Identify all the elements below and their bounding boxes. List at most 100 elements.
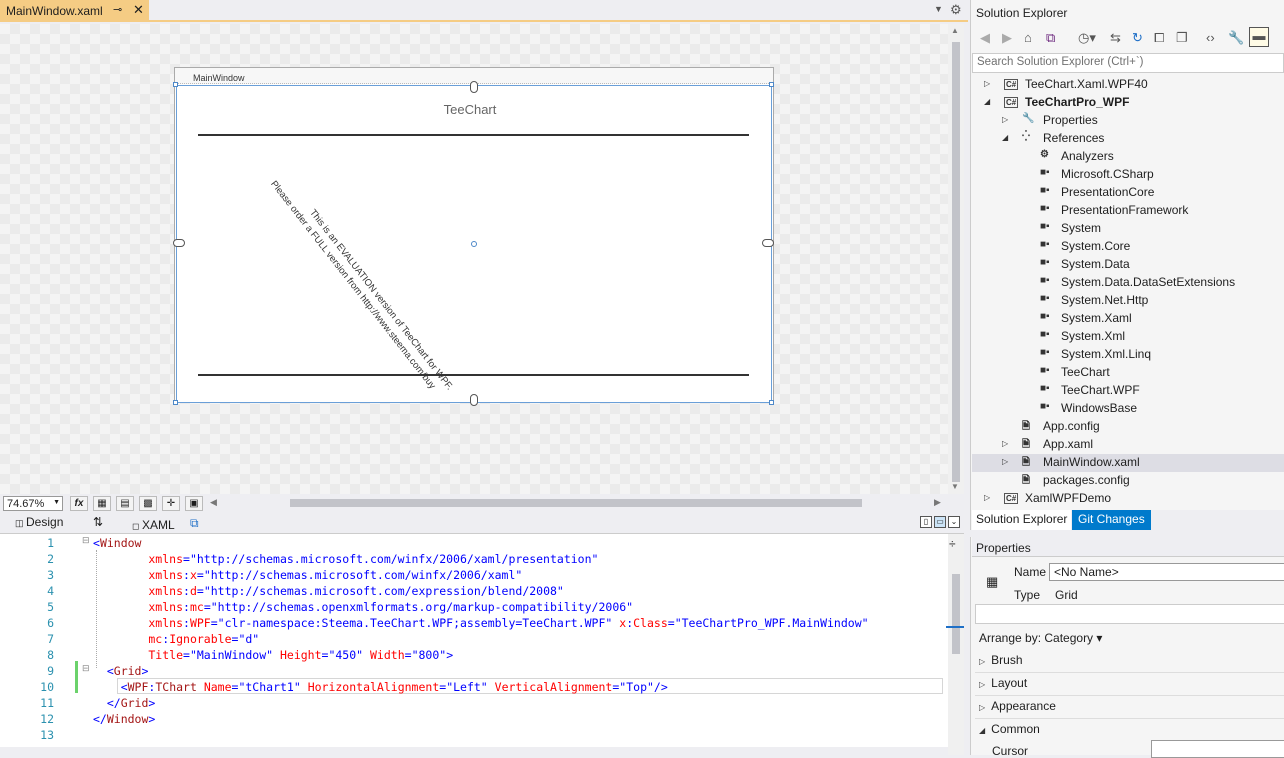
center-handle[interactable] <box>471 241 477 247</box>
tree-item-label: Analyzers <box>1061 149 1114 163</box>
name-field[interactable]: <No Name> <box>1049 563 1284 581</box>
collapse-icon[interactable]: ⊟ <box>82 535 90 546</box>
gear-icon[interactable]: ⚙ <box>950 2 962 18</box>
tree-item-label: System.Xml.Linq <box>1061 347 1152 361</box>
pending-changes-icon[interactable]: ◷▾ <box>1078 30 1096 46</box>
tab-solution-explorer[interactable]: Solution Explorer <box>972 510 1072 530</box>
snap-grid-icon[interactable]: ▤ <box>116 496 134 511</box>
horizontal-split-icon[interactable]: ▭ <box>934 516 946 528</box>
expander-icon[interactable]: ▷ <box>984 79 990 88</box>
scroll-thumb[interactable] <box>952 42 960 482</box>
solution-search-input[interactable]: Search Solution Explorer (Ctrl+`) <box>972 53 1284 73</box>
tab-git-changes[interactable]: Git Changes <box>1072 510 1151 530</box>
popout-icon[interactable]: ⧉ <box>190 516 199 531</box>
collapse-icon[interactable]: ⊟ <box>82 663 90 674</box>
anchor-top-icon[interactable] <box>470 81 478 93</box>
switch-views-icon[interactable]: ⧉ <box>1046 30 1055 46</box>
item-icon: ■▪ <box>1040 239 1050 250</box>
snap-lines-icon[interactable]: ✛ <box>162 496 180 511</box>
forward-icon[interactable]: ▶ <box>1002 30 1012 46</box>
sync-icon[interactable]: ⇆ <box>1110 30 1121 46</box>
code-token: > <box>148 712 156 726</box>
scroll-up-icon[interactable]: ▲ <box>951 26 959 35</box>
device-icon[interactable]: ▣ <box>185 496 203 511</box>
view-code-icon[interactable]: ‹› <box>1206 30 1215 45</box>
tab-design[interactable]: ◫ Design <box>15 515 63 529</box>
code-line[interactable]: <WPF:TChart Name="tChart1" HorizontalAli… <box>93 680 668 694</box>
property-search-input[interactable] <box>975 604 1284 624</box>
code-line[interactable]: xmlns="http://schemas.microsoft.com/winf… <box>93 552 598 566</box>
scroll-down-icon[interactable]: ▼ <box>951 482 959 491</box>
expander-icon[interactable]: ◢ <box>984 97 990 106</box>
anchor-right-icon[interactable] <box>762 239 774 247</box>
wrench-icon[interactable]: 🔧 <box>1228 30 1244 46</box>
resize-handle[interactable] <box>173 82 178 87</box>
pin-icon[interactable]: ⊸ <box>113 3 122 16</box>
scroll-right-icon[interactable]: ▶ <box>934 497 941 508</box>
artboard-icon[interactable]: ▩ <box>139 496 157 511</box>
tree-item-label: App.config <box>1043 419 1100 433</box>
chevron-down-icon[interactable]: ▼ <box>53 499 60 506</box>
code-token: Window <box>106 712 149 726</box>
tree-item-label: TeeChart.WPF <box>1061 383 1140 397</box>
tree-item-label: TeeChart <box>1061 365 1110 379</box>
item-icon: ■▪ <box>1040 203 1050 214</box>
item-icon: ■▪ <box>1040 167 1050 178</box>
swap-panes-icon[interactable]: ⇅ <box>93 515 103 529</box>
editor-vertical-scrollbar[interactable] <box>948 534 964 755</box>
code-line[interactable]: <Grid> <box>93 664 149 678</box>
code-token: = <box>210 616 218 630</box>
expander-icon[interactable]: ▷ <box>1002 439 1008 448</box>
designer-horizontal-scrollbar[interactable] <box>214 498 940 508</box>
close-icon[interactable]: ✕ <box>133 2 144 18</box>
designer-vertical-scrollbar[interactable]: ▲ ▼ <box>948 24 964 494</box>
grid-icon: ▦ <box>986 574 999 589</box>
anchor-bottom-icon[interactable] <box>470 394 478 406</box>
item-icon: ■▪ <box>1040 383 1050 394</box>
refresh-icon[interactable]: ↻ <box>1132 30 1143 46</box>
anchor-left-icon[interactable] <box>173 239 185 247</box>
code-line[interactable]: <Window <box>93 536 141 550</box>
grid-toggle-icon[interactable]: ▦ <box>93 496 111 511</box>
collapse-all-icon[interactable]: ⧠ <box>1154 30 1164 46</box>
code-line[interactable]: xmlns:mc="http://schemas.openxmlformats.… <box>93 600 633 614</box>
expander-icon[interactable]: ▷ <box>984 493 990 502</box>
vertical-split-icon[interactable]: ▯ <box>920 516 932 528</box>
item-icon: ⚙ <box>1040 149 1049 160</box>
collapse-pane-icon[interactable]: ⌄ <box>948 516 960 528</box>
expander-icon[interactable]: ◢ <box>1002 133 1008 142</box>
expander-icon[interactable]: ▷ <box>1002 457 1008 466</box>
divider <box>975 718 1284 719</box>
resize-handle[interactable] <box>769 400 774 405</box>
scroll-thumb[interactable] <box>952 574 960 654</box>
resize-handle[interactable] <box>769 82 774 87</box>
code-line[interactable]: xmlns:WPF="clr-namespace:Steema.TeeChart… <box>93 616 868 630</box>
tab-xaml[interactable]: ◻ XAML <box>132 518 175 532</box>
preview-icon[interactable]: ▬ <box>1249 27 1269 47</box>
scroll-thumb[interactable] <box>290 499 862 507</box>
code-line[interactable]: xmlns:x="http://schemas.microsoft.com/wi… <box>93 568 522 582</box>
category-common[interactable]: ◢ Common <box>979 722 1040 736</box>
scroll-left-icon[interactable]: ◀ <box>210 497 217 508</box>
category-appearance[interactable]: ▷ Appearance <box>979 699 1056 713</box>
show-all-files-icon[interactable]: ❐ <box>1176 30 1188 46</box>
code-line[interactable]: </Grid> <box>93 696 156 710</box>
home-icon[interactable]: ⌂ <box>1024 30 1032 45</box>
back-icon[interactable]: ◀ <box>980 30 990 46</box>
formula-icon[interactable]: fx <box>70 496 88 511</box>
code-line[interactable]: xmlns:d="http://schemas.microsoft.com/ex… <box>93 584 563 598</box>
resize-handle[interactable] <box>173 400 178 405</box>
category-brush[interactable]: ▷ Brush <box>979 653 1023 667</box>
code-line[interactable]: </Window> <box>93 712 155 726</box>
zoom-combo[interactable]: 74.67% ▼ <box>3 496 63 511</box>
zoom-value: 74.67% <box>7 498 45 510</box>
expander-icon[interactable]: ▷ <box>1002 115 1008 124</box>
arrange-by-dropdown[interactable]: Arrange by: Category ▾ <box>979 631 1102 645</box>
code-line[interactable]: mc:Ignorable="d" <box>93 632 259 646</box>
tab-mainwindow-xaml[interactable]: MainWindow.xaml ⊸ ✕ <box>0 0 149 22</box>
category-layout[interactable]: ▷ Layout <box>979 676 1027 690</box>
tab-dropdown-icon[interactable]: ▼ <box>934 4 943 14</box>
cursor-field[interactable] <box>1151 740 1284 758</box>
code-line[interactable]: Title="MainWindow" Height="450" Width="8… <box>93 648 453 662</box>
split-editor-icon[interactable]: ÷ <box>949 537 956 551</box>
